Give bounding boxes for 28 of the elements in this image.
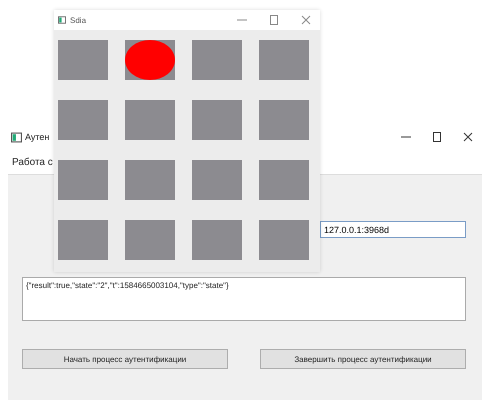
maximize-icon[interactable] <box>432 132 442 142</box>
grid-square[interactable] <box>259 40 309 80</box>
close-icon[interactable] <box>463 132 473 142</box>
grid-square[interactable] <box>125 100 175 140</box>
grid-square[interactable] <box>192 220 242 260</box>
grid-square[interactable] <box>58 220 108 260</box>
grid-square[interactable] <box>259 160 309 200</box>
grid-square[interactable] <box>259 220 309 260</box>
output-field[interactable]: {"result":true,"state":"2","t":1584665003104,"type":"state"} <box>22 277 466 321</box>
grid-square[interactable] <box>58 100 108 140</box>
window-title: Sdia <box>70 16 88 24</box>
start-button[interactable]: Начать процесс аутентификации <box>22 349 228 369</box>
address-field[interactable]: 127.0.0.1:3968d <box>320 221 466 238</box>
grid-square[interactable] <box>192 160 242 200</box>
grid-square[interactable] <box>125 160 175 200</box>
grid-square[interactable] <box>192 40 242 80</box>
menu-item[interactable]: Работа с <box>10 156 55 168</box>
app-icon <box>11 132 22 142</box>
circle-marker <box>125 40 175 80</box>
window-title: Аутен <box>25 132 50 142</box>
grid-square[interactable] <box>125 40 175 80</box>
grid-square[interactable] <box>125 220 175 260</box>
app-icon <box>58 16 66 24</box>
grid-square[interactable] <box>192 100 242 140</box>
grid-square[interactable] <box>259 100 309 140</box>
finish-button[interactable]: Завершить процесс аутентификации <box>260 349 466 369</box>
grid-square[interactable] <box>58 160 108 200</box>
grid-square[interactable] <box>58 40 108 80</box>
